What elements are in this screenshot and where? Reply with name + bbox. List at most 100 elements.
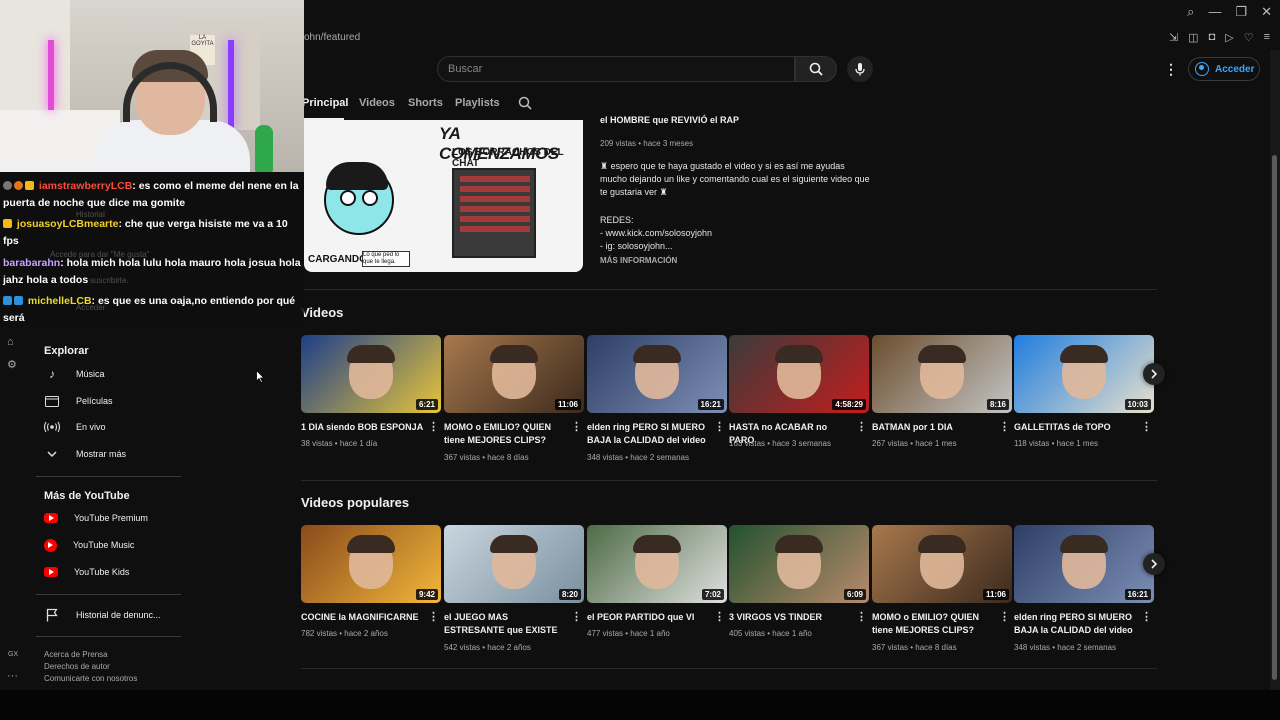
featured-video-thumbnail[interactable]: YA COMENZAMOS LOS BORRACHOS DEL CHAT CAR… [304,120,583,272]
video-title[interactable]: elden ring PERO SI MUERO BAJA la CALIDAD… [1014,611,1138,637]
screenshot-icon[interactable]: ◫ [1188,31,1198,44]
footer-links-about[interactable]: Acerca de Prensa [44,649,108,661]
more-dots-icon[interactable]: ··· [7,670,18,682]
sidebar-item-report-history[interactable]: Historial de denunc... [44,605,184,625]
scrollbar-thumb[interactable] [1272,155,1277,680]
tab-principal[interactable]: Principal [302,97,348,109]
video-duration: 6:09 [843,589,866,600]
video-menu-kebab-icon[interactable]: ⋮ [999,610,1010,623]
video-meta: 405 vistas • hace 1 año [729,629,812,638]
video-meta: 367 vistas • hace 8 días [872,643,957,652]
restore-icon[interactable]: ❐ [1235,4,1247,20]
shelf-next-button[interactable] [1143,363,1165,385]
address-bar[interactable]: ohn/featured ⇲ ◫ ◘ ▷ ♡ ≡ [300,26,1280,50]
url-text[interactable]: ohn/featured [304,32,360,43]
stream-chat-overlay: Historial Accede para dar "Me gusta" sus… [0,172,304,327]
search-input[interactable] [448,63,778,75]
video-menu-kebab-icon[interactable]: ⋮ [428,610,439,623]
minimize-icon[interactable]: — [1208,4,1221,20]
video-menu-kebab-icon[interactable]: ⋮ [1141,420,1152,433]
search-button[interactable] [795,56,837,82]
sidebar-item-label: Mostrar más [76,449,127,459]
video-title[interactable]: 1 DIA siendo BOB ESPONJA [301,421,425,434]
video-thumbnail[interactable]: 10:03 [1014,335,1154,413]
home-icon[interactable]: ⌂ [7,336,14,348]
voice-search-button[interactable] [847,56,873,82]
video-title[interactable]: el PEOR PARTIDO que VI [587,611,711,624]
video-menu-kebab-icon[interactable]: ⋮ [571,610,582,623]
video-thumbnail[interactable]: 11:06 [444,335,584,413]
video-menu-kebab-icon[interactable]: ⋮ [571,420,582,433]
sidebar-item-youtube-premium[interactable]: YouTube Premium [44,508,184,528]
footer-links-contact[interactable]: Comunicarte con nosotros [44,673,137,685]
shelf-next-button[interactable] [1143,553,1165,575]
tab-shorts[interactable]: Shorts [408,97,443,109]
thumbnail-hair [347,345,395,363]
chat-username[interactable]: barabarahn [3,257,60,269]
sidebar-item-youtube-music[interactable]: YouTube Music [44,535,184,555]
video-title[interactable]: COCINE la MAGNIFICARNE [301,611,425,624]
video-title[interactable]: el JUEGO MAS ESTRESANTE que EXISTE [444,611,568,637]
video-menu-kebab-icon[interactable]: ⋮ [714,610,725,623]
video-title[interactable]: MOMO o EMILIO? QUIEN tiene MEJORES CLIPS… [444,421,568,447]
video-title[interactable]: MOMO o EMILIO? QUIEN tiene MEJORES CLIPS… [872,611,996,637]
video-thumbnail[interactable]: 8:16 [872,335,1012,413]
video-meta: 38 vistas • hace 1 día [301,439,378,448]
search-box[interactable] [437,56,795,82]
gear-icon[interactable]: ⚙ [7,358,17,371]
video-meta: 542 vistas • hace 2 años [444,643,531,652]
thumbnail-hair [918,535,966,553]
sidebar-show-more[interactable]: Mostrar más [44,444,184,464]
video-thumbnail[interactable]: 9:42 [301,525,441,603]
video-thumbnail[interactable]: 16:21 [1014,525,1154,603]
video-menu-kebab-icon[interactable]: ⋮ [856,420,867,433]
tab-videos[interactable]: Videos [359,97,395,109]
shield-icon[interactable]: ◘ [1209,31,1216,44]
menu-icon[interactable]: ≡ [1264,31,1270,44]
chat-username[interactable]: iamstrawberryLCB [39,180,132,192]
sidebar-item-movies[interactable]: Películas [44,391,184,411]
gx-icon[interactable]: GX [8,651,18,658]
signin-button[interactable]: Acceder [1188,57,1260,81]
section-title-videos[interactable]: Videos [301,305,343,320]
video-menu-kebab-icon[interactable]: ⋮ [856,610,867,623]
video-thumbnail[interactable]: 7:02 [587,525,727,603]
featured-link-kick[interactable]: - www.kick.com/solosoyjohn [600,227,870,240]
video-thumbnail[interactable]: 6:09 [729,525,869,603]
sidebar-item-youtube-kids[interactable]: YouTube Kids [44,562,184,582]
more-info-link[interactable]: MÁS INFORMACIÓN [600,256,677,265]
featured-title[interactable]: el HOMBRE que REVIVIÓ el RAP [600,115,739,125]
section-divider [301,480,1157,481]
video-title[interactable]: BATMAN por 1 DIA [872,421,996,434]
video-thumbnail[interactable]: 4:58:29 [729,335,869,413]
section-title-popular[interactable]: Videos populares [301,495,409,510]
sidebar-item-music[interactable]: ♪ Música [44,364,184,384]
close-icon[interactable]: ✕ [1261,4,1272,20]
video-menu-kebab-icon[interactable]: ⋮ [1141,610,1152,623]
search-icon[interactable]: ⌕ [1187,4,1194,20]
video-menu-kebab-icon[interactable]: ⋮ [714,420,725,433]
video-title[interactable]: GALLETITAS de TOPO [1014,421,1138,434]
video-thumbnail[interactable]: 6:21 [301,335,441,413]
video-title[interactable]: elden ring PERO SI MUERO BAJA la CALIDAD… [587,421,711,447]
chat-message: barabarahn: hola mich hola lulu hola mau… [3,255,303,289]
settings-kebab-icon[interactable]: ⋮ [1164,61,1178,78]
video-thumbnail[interactable]: 11:06 [872,525,1012,603]
heart-icon[interactable]: ♡ [1244,31,1254,44]
video-thumbnail[interactable]: 8:20 [444,525,584,603]
video-menu-kebab-icon[interactable]: ⋮ [999,420,1010,433]
video-thumbnail[interactable]: 16:21 [587,335,727,413]
chat-username[interactable]: josuasoyLCBmearte [17,218,119,230]
search-icon[interactable] [518,96,532,110]
video-title[interactable]: 3 VIRGOS VS TINDER [729,611,853,624]
page-scrollbar[interactable] [1270,50,1280,690]
chat-username[interactable]: michelleLCB [28,295,92,307]
tab-playlists[interactable]: Playlists [455,97,500,109]
footer-links-copyright[interactable]: Derechos de autor [44,661,110,673]
play-icon[interactable]: ▷ [1225,31,1233,44]
pin-icon[interactable]: ⇲ [1169,31,1178,44]
sidebar-item-live[interactable]: En vivo [44,417,184,437]
video-menu-kebab-icon[interactable]: ⋮ [428,420,439,433]
thumbnail-loading-text: CARGANDO [308,254,367,265]
film-icon [44,393,60,409]
